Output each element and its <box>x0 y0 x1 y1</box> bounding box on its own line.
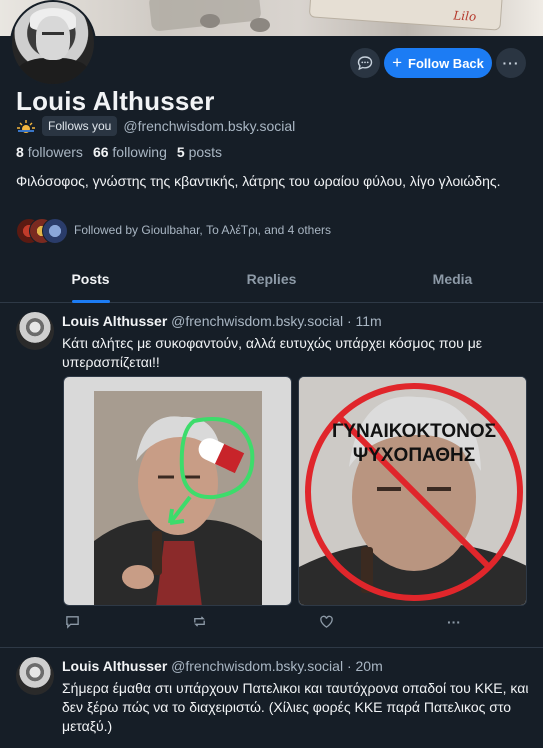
avatar-coat <box>16 58 90 84</box>
portrait-illustration: ΓΥΝΑΙΚΟΚΤΟΝΟΣ ΨΥΧΟΠΑΘΗΣ <box>299 377 526 605</box>
followers-label: followers <box>27 144 83 160</box>
avatar <box>42 218 68 244</box>
banner-shape <box>250 18 270 32</box>
posts-count: 5 <box>176 144 185 160</box>
plus-icon: + <box>392 52 403 72</box>
post-author[interactable]: Louis Althusser <box>62 658 167 674</box>
post-image-grid: ΓΥΝΑΙΚΟΚΤΟΝΟΣ ΨΥΧΟΠΑΘΗΣ <box>63 376 527 606</box>
avatar[interactable] <box>16 312 54 350</box>
tab-media[interactable]: Media <box>362 262 543 302</box>
repost-button[interactable] <box>190 614 208 632</box>
banner-scribble: Lilo <box>452 8 477 24</box>
post-text: Κάτι αλήτες με συκοφαντούν, αλλά ευτυχώς… <box>62 335 483 370</box>
sun-icon <box>17 120 35 133</box>
avatar-eyes <box>42 32 64 39</box>
repost-icon <box>193 616 205 627</box>
follow-back-button[interactable]: + Follow Back <box>384 48 492 78</box>
reply-button[interactable] <box>63 614 81 632</box>
followers-count: 8 <box>16 144 24 160</box>
post-handle[interactable]: @frenchwisdom.bsky.social <box>171 313 343 329</box>
heart-icon <box>320 615 333 628</box>
tab-replies[interactable]: Replies <box>181 262 362 302</box>
post-header: Louis Althusser @frenchwisdom.bsky.socia… <box>62 658 383 674</box>
post-image[interactable] <box>63 376 292 606</box>
tab-posts[interactable]: Posts <box>0 262 181 302</box>
post-header: Louis Althusser @frenchwisdom.bsky.socia… <box>62 313 382 329</box>
post-time[interactable]: · 20m <box>347 658 383 674</box>
avatar[interactable] <box>16 657 54 695</box>
banner-shape: Lilo <box>308 0 504 31</box>
ellipsis-icon: ··· <box>446 614 461 630</box>
profile-avatar[interactable] <box>10 0 96 86</box>
handle-row: Follows you @frenchwisdom.bsky.social <box>16 116 295 136</box>
followed-by-row[interactable]: Followed by Gioulbahar, Το ΑλέΤρι, and 4… <box>16 218 331 244</box>
post-text: Σήμερα έμαθα στι υπάρχουν Πατελικοι και … <box>62 680 529 734</box>
profile-bio: Φιλόσοφος, γνώστης της κβαντικής, λάτρης… <box>16 173 501 189</box>
profile-tabs: Posts Replies Media <box>0 262 543 303</box>
image-caption: ΨΥΧΟΠΑΘΗΣ <box>353 445 475 466</box>
posts-label: posts <box>188 144 223 160</box>
profile-name: Louis Althusser <box>16 86 215 116</box>
followed-by-text: Followed by Gioulbahar, Το ΑλέΤρι, and 4… <box>74 223 331 237</box>
ellipsis-icon: ··· <box>502 55 520 71</box>
post-time[interactable]: · 11m <box>347 313 382 329</box>
following-label: following <box>112 144 167 160</box>
image-caption: ΓΥΝΑΙΚΟΚΤΟΝΟΣ <box>332 421 496 442</box>
post-actions: ··· <box>63 614 463 632</box>
known-followers-avatars <box>16 218 68 244</box>
more-options-button[interactable]: ··· <box>496 48 526 78</box>
posts-stat: 5 posts <box>177 144 222 160</box>
follow-back-label: Follow Back <box>408 55 484 71</box>
profile-handle[interactable]: @frenchwisdom.bsky.social <box>123 118 295 134</box>
portrait-illustration <box>94 391 262 605</box>
like-button[interactable] <box>318 614 336 632</box>
following-link[interactable]: 66 following <box>93 144 167 160</box>
message-button[interactable] <box>350 48 380 78</box>
followers-link[interactable]: 8 followers <box>16 144 83 160</box>
post-more-button[interactable]: ··· <box>445 614 463 632</box>
profile-stats: 8 followers 66 following 5 posts <box>16 144 222 160</box>
feed-post[interactable]: Louis Althusser @frenchwisdom.bsky.socia… <box>0 648 543 748</box>
post-author[interactable]: Louis Althusser <box>62 313 167 329</box>
chat-bubble-icon <box>357 56 373 71</box>
post-image[interactable]: ΓΥΝΑΙΚΟΚΤΟΝΟΣ ΨΥΧΟΠΑΘΗΣ <box>298 376 527 606</box>
photo <box>94 391 262 605</box>
banner-shape <box>200 14 220 28</box>
post-handle[interactable]: @frenchwisdom.bsky.social <box>171 658 343 674</box>
following-count: 66 <box>92 144 109 160</box>
follows-you-badge: Follows you <box>42 116 118 136</box>
reply-icon <box>65 616 79 629</box>
